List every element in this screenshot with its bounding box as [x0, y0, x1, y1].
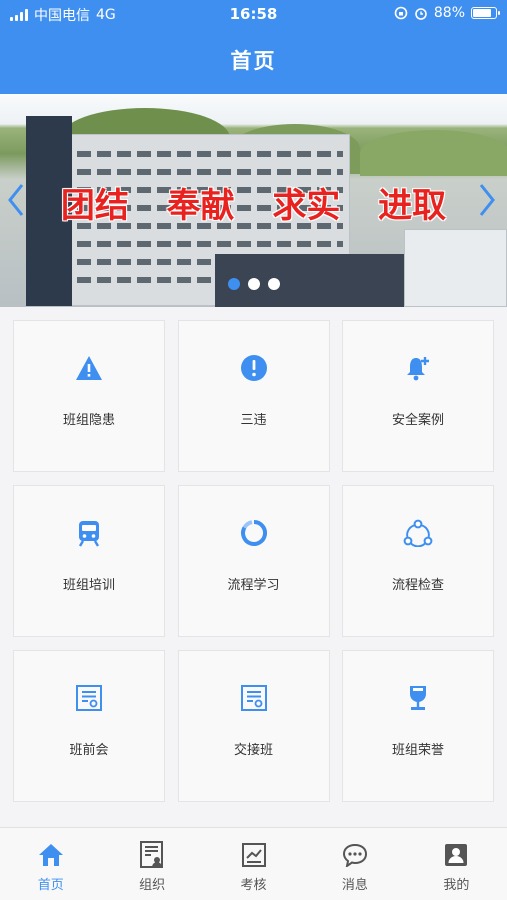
battery-percent: 88%	[433, 5, 465, 21]
grid-item-safety-cases[interactable]: 安全案例	[342, 320, 494, 472]
tab-profile[interactable]: 我的	[406, 828, 507, 900]
banner-hill	[360, 130, 507, 176]
train-icon	[74, 518, 104, 548]
trophy-cup-icon	[403, 683, 433, 713]
carousel-indicators[interactable]	[228, 278, 280, 290]
chevron-left-icon[interactable]	[6, 182, 26, 218]
grid-item-label: 流程检查	[391, 578, 444, 593]
banner-slogan: 团结 奉献 求实 进取	[0, 178, 507, 227]
grid-item-label: 班组培训	[62, 578, 115, 593]
exclamation-circle-icon	[239, 353, 269, 383]
status-right: 88%	[394, 5, 500, 21]
carousel-dot[interactable]	[268, 278, 280, 290]
battery-icon	[471, 7, 500, 19]
rotation-lock-icon	[394, 6, 408, 20]
tab-assessment[interactable]: 考核	[203, 828, 304, 900]
grid-item-team-honors[interactable]: 班组荣誉	[342, 650, 494, 802]
grid-item-label: 班组隐患	[62, 413, 115, 428]
warning-icon	[74, 353, 104, 383]
profile-icon	[443, 842, 469, 868]
organization-icon	[139, 841, 165, 868]
status-bar: 中国电信 4G 16:58 88%	[0, 0, 507, 28]
home-icon	[38, 842, 64, 868]
carousel-dot[interactable]	[228, 278, 240, 290]
header: 首页	[0, 28, 507, 94]
bell-plus-icon	[403, 353, 433, 383]
slogan-word: 进取	[378, 186, 447, 226]
grid-item-label: 班前会	[69, 743, 109, 758]
grid-item-training[interactable]: 班组培训	[13, 485, 165, 637]
loading-circle-icon	[239, 518, 269, 548]
share-nodes-icon	[403, 518, 433, 548]
grid-item-label: 安全案例	[391, 413, 444, 428]
chevron-right-icon[interactable]	[477, 182, 497, 218]
alarm-icon	[415, 8, 427, 20]
grid-item-label: 三违	[240, 413, 267, 428]
banner-carousel[interactable]: 团结 奉献 求实 进取	[0, 94, 507, 307]
grid-item-hazards[interactable]: 班组隐患	[13, 320, 165, 472]
tab-organization[interactable]: 组织	[101, 828, 202, 900]
document-icon	[239, 683, 269, 713]
tab-messages[interactable]: 消息	[304, 828, 405, 900]
grid-item-label: 班组荣誉	[391, 743, 444, 758]
grid-item-pre-shift-meeting[interactable]: 班前会	[13, 650, 165, 802]
grid-item-process-check[interactable]: 流程检查	[342, 485, 494, 637]
grid-item-process-learning[interactable]: 流程学习	[177, 485, 330, 637]
carousel-dot[interactable]	[248, 278, 260, 290]
document-icon	[74, 683, 104, 713]
page-title: 首页	[230, 49, 277, 73]
tab-label: 考核	[240, 878, 267, 893]
bottom-tab-bar: 首页 组织 考核 消息 我的	[0, 827, 507, 900]
slogan-word: 求实	[272, 186, 341, 226]
tab-label: 组织	[139, 878, 166, 893]
tab-label: 我的	[443, 878, 470, 893]
banner-side-building	[404, 229, 507, 307]
tab-label: 消息	[341, 878, 368, 893]
message-icon	[342, 842, 368, 868]
grid-item-label: 流程学习	[227, 578, 280, 593]
tab-label: 首页	[37, 878, 64, 893]
feature-grid: 班组隐患 三违 安全案例 班组培训 流程学习 流程检查 班前会 交接班 班组荣誉	[13, 320, 494, 802]
grid-item-shift-handover[interactable]: 交接班	[177, 650, 330, 802]
slogan-word: 团结	[60, 186, 129, 226]
grid-item-label: 交接班	[233, 743, 273, 758]
chart-icon	[241, 842, 267, 868]
battery-fill	[473, 9, 492, 17]
grid-item-violations[interactable]: 三违	[177, 320, 330, 472]
tab-home[interactable]: 首页	[0, 828, 101, 900]
slogan-word: 奉献	[166, 186, 235, 226]
